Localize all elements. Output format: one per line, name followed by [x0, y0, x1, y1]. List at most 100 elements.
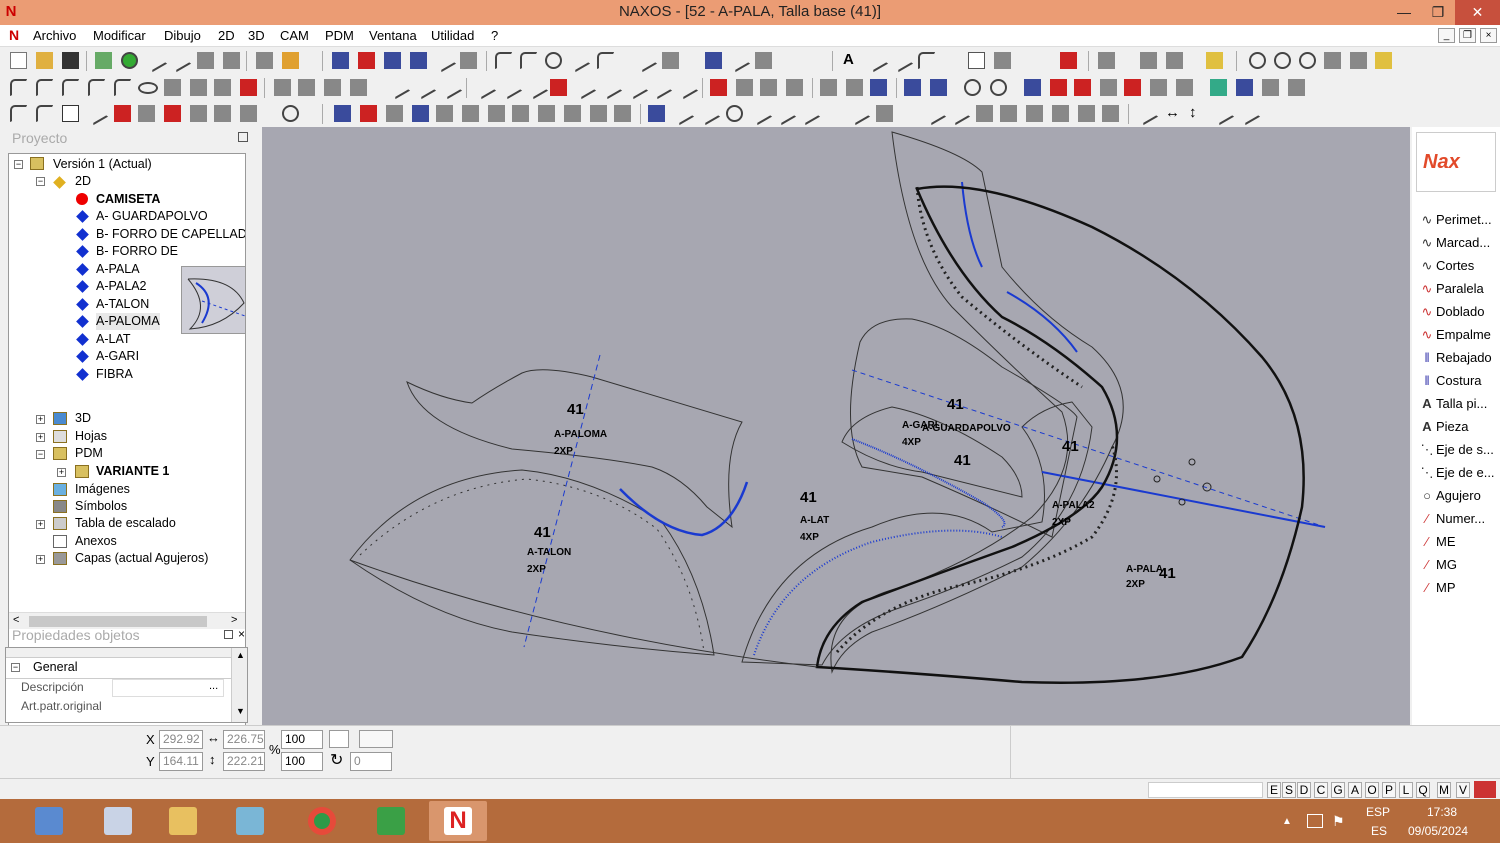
group-icon[interactable]	[350, 79, 367, 96]
wave2-icon[interactable]	[648, 75, 673, 100]
info-icon[interactable]	[121, 52, 138, 69]
arrows-icon[interactable]	[334, 105, 351, 122]
close-button[interactable]: ✕	[1455, 0, 1500, 25]
grid-icon[interactable]	[240, 79, 257, 96]
select-icon[interactable]	[384, 52, 401, 69]
tool-eje-simetria[interactable]: ⋱ Eje de s...	[1418, 439, 1494, 461]
tool-perimetro[interactable]: ∿ Perimet...	[1418, 209, 1492, 231]
eraser-icon[interactable]	[460, 52, 477, 69]
scroll-down-icon[interactable]: ▼	[236, 706, 245, 716]
paint-icon[interactable]	[282, 52, 299, 69]
tree-node-variante[interactable]: VARIANTE 1	[96, 463, 169, 480]
tree-piece[interactable]: A-PALOMA	[96, 313, 160, 330]
tool-rebajado[interactable]: ‖ Rebajado	[1418, 347, 1491, 369]
undo-icon[interactable]	[143, 48, 168, 73]
snap-icon[interactable]	[670, 101, 695, 126]
shoe-icon[interactable]	[1262, 79, 1279, 96]
menu-utilidad[interactable]: Utilidad	[431, 28, 474, 43]
magic-icon[interactable]	[240, 105, 257, 122]
tool-marcado[interactable]: ∿ Marcad...	[1418, 232, 1491, 254]
corner2-icon[interactable]	[36, 105, 53, 122]
stitch-icon[interactable]	[550, 79, 567, 96]
tray-arrow-icon[interactable]: ▲	[1282, 816, 1292, 827]
tree-node-simbolos[interactable]: Símbolos	[75, 498, 127, 515]
frame-icon[interactable]	[1124, 79, 1141, 96]
status-letter[interactable]: M	[1437, 782, 1451, 798]
x-field[interactable]: 292.92	[159, 730, 203, 749]
menu-3d[interactable]: 3D	[248, 28, 265, 43]
tree-node-pdm[interactable]: PDM	[75, 445, 103, 462]
line3-icon[interactable]	[624, 75, 649, 100]
scroll-thumb[interactable]	[29, 616, 207, 627]
node-tool-icon[interactable]	[662, 52, 679, 69]
doc-icon[interactable]	[412, 105, 429, 122]
panel-pin-icon[interactable]	[224, 630, 233, 639]
snap15-icon[interactable]	[1102, 105, 1119, 122]
status-letter[interactable]: C	[1314, 782, 1328, 798]
expand-toggle[interactable]: +	[36, 415, 45, 424]
tree-node-2d[interactable]: 2D	[75, 173, 91, 190]
tool-numeracion[interactable]: ⁄ Numer...	[1418, 508, 1485, 530]
grade9-icon[interactable]	[614, 105, 631, 122]
grade6-icon[interactable]	[538, 105, 555, 122]
menu-pdm[interactable]: PDM	[325, 28, 354, 43]
tool-mp[interactable]: ⁄ MP	[1418, 577, 1456, 599]
tool-talla-pieza[interactable]: A Talla pi...	[1418, 393, 1487, 415]
split-icon[interactable]	[710, 79, 727, 96]
new-file-icon[interactable]	[10, 52, 27, 69]
dim-horizontal-icon[interactable]: ↔	[1164, 105, 1181, 122]
snap6-icon[interactable]	[846, 101, 871, 126]
pick-icon[interactable]	[648, 105, 665, 122]
tree-node-hojas[interactable]: Hojas	[75, 428, 107, 445]
delete-icon[interactable]	[197, 52, 214, 69]
drawing-canvas[interactable]: 41 A-PALOMA 2XP 41 A-TALON 2XP 41 A-LAT …	[262, 127, 1410, 725]
taskbar-calculator[interactable]	[20, 801, 78, 841]
fit-icon[interactable]	[410, 52, 427, 69]
line2-icon[interactable]	[598, 75, 623, 100]
snap10-icon[interactable]	[976, 105, 993, 122]
spline-tool-icon[interactable]	[726, 48, 751, 73]
node-edit-icon[interactable]	[1024, 79, 1041, 96]
wave3-icon[interactable]	[674, 75, 699, 100]
collapse-toggle[interactable]: −	[36, 177, 45, 186]
status-letter[interactable]: A	[1348, 782, 1362, 798]
curve-tool-icon[interactable]	[495, 52, 512, 69]
tool-pieza[interactable]: A Pieza	[1418, 416, 1468, 438]
expand-toggle[interactable]: +	[36, 520, 45, 529]
save-icon[interactable]	[62, 52, 79, 69]
tool-cortes[interactable]: ∿ Cortes	[1418, 255, 1475, 277]
tree-piece[interactable]: A-PALA	[96, 261, 140, 278]
status-letter[interactable]: V	[1456, 782, 1470, 798]
arc-tool-icon[interactable]	[520, 52, 537, 69]
arc-icon[interactable]	[10, 79, 27, 96]
status-letter[interactable]: L	[1399, 782, 1413, 798]
height-field[interactable]: 222.21	[223, 752, 265, 771]
shape-icon[interactable]	[164, 79, 181, 96]
book-icon[interactable]	[1166, 52, 1183, 69]
search-icon[interactable]	[964, 79, 981, 96]
scroll-right-icon[interactable]: >	[231, 614, 237, 626]
printer-icon[interactable]	[1350, 52, 1367, 69]
offset3-icon[interactable]	[524, 75, 549, 100]
snap-center-icon[interactable]	[726, 105, 743, 122]
taskbar-chrome[interactable]	[293, 801, 351, 841]
flag-icon[interactable]: ⚑	[1332, 813, 1345, 830]
minimize-button[interactable]: —	[1387, 0, 1421, 25]
help-icon[interactable]	[1375, 52, 1392, 69]
stack-icon[interactable]	[1288, 79, 1305, 96]
cross-icon[interactable]	[438, 75, 463, 100]
zigzag-icon[interactable]	[572, 75, 597, 100]
tree-piece[interactable]: A-TALON	[96, 296, 149, 313]
properties-scrollbar[interactable]: ▲ ▼	[231, 648, 247, 722]
tree-piece[interactable]: A-GARI	[96, 348, 139, 365]
status-letter[interactable]: O	[1365, 782, 1379, 798]
dots-icon[interactable]	[214, 79, 231, 96]
tool-eje-escalado[interactable]: ⋱ Eje de e...	[1418, 462, 1495, 484]
dim-angle-icon[interactable]	[1210, 101, 1235, 126]
keyboard-label[interactable]: ES	[1371, 824, 1387, 838]
fillet-tool-icon[interactable]	[597, 52, 614, 69]
layers-icon[interactable]	[256, 52, 273, 69]
menu-dibujo[interactable]: Dibujo	[164, 28, 201, 43]
collapse-toggle[interactable]: −	[14, 160, 23, 169]
grade5-icon[interactable]	[512, 105, 529, 122]
